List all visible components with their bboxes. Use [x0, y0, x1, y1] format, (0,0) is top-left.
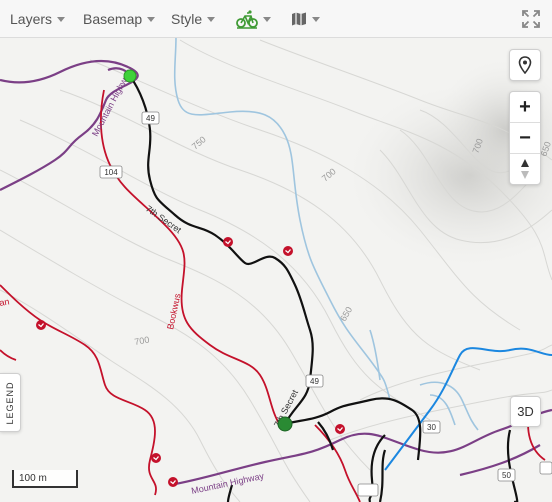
- route-shield: 104: [99, 165, 123, 179]
- chevron-down-icon: [312, 17, 320, 22]
- layers-menu[interactable]: Layers: [10, 0, 66, 37]
- basemap-menu[interactable]: Basemap: [83, 0, 156, 37]
- compass-button[interactable]: [510, 154, 540, 184]
- trail-marker-icon[interactable]: [151, 453, 161, 463]
- legend-button[interactable]: LEGEND: [0, 373, 21, 432]
- map-toolbar: Layers Basemap Style: [0, 0, 552, 38]
- basemap-label: Basemap: [83, 10, 143, 27]
- chevron-down-icon: [57, 17, 66, 22]
- route-end-marker[interactable]: [277, 416, 293, 432]
- route-shield-partial: [357, 483, 379, 497]
- style-label: Style: [171, 10, 203, 27]
- locate-button[interactable]: [509, 49, 541, 81]
- trail-marker-icon[interactable]: [223, 237, 233, 247]
- folded-map-icon: [292, 12, 306, 25]
- route-shield: 50: [497, 468, 516, 482]
- mountain-bike-icon: [236, 9, 258, 29]
- route-shield-label: 30: [427, 423, 436, 432]
- activity-menu[interactable]: [236, 0, 271, 37]
- route-shield-label: 50: [502, 471, 511, 480]
- chevron-down-icon: [147, 17, 156, 22]
- trail-marker-icon[interactable]: [283, 246, 293, 256]
- route-label: an: [0, 296, 10, 308]
- layers-label: Layers: [10, 10, 53, 27]
- route-shield-label: 104: [104, 168, 118, 177]
- view-3d-button[interactable]: 3D: [510, 396, 541, 427]
- route-start-marker[interactable]: [123, 69, 137, 83]
- trail-marker-icon[interactable]: [36, 320, 46, 330]
- route-shield-partial: [539, 461, 552, 475]
- chevron-down-icon: [207, 17, 216, 22]
- style-menu[interactable]: Style: [171, 0, 216, 37]
- route-shield: 30: [422, 420, 441, 434]
- zoom-in-button[interactable]: +: [510, 92, 540, 122]
- route-shield: 49: [141, 111, 160, 125]
- zoom-out-button[interactable]: −: [510, 123, 540, 153]
- fullscreen-button[interactable]: [522, 0, 540, 37]
- route-shield-label: 49: [146, 114, 155, 123]
- scale-bar: 100 m: [12, 470, 78, 488]
- trail-marker-icon[interactable]: [335, 424, 345, 434]
- scale-label: 100 m: [19, 473, 47, 484]
- fullscreen-icon: [522, 9, 540, 28]
- trail-marker-icon[interactable]: [168, 477, 178, 487]
- route-shield: 49: [305, 374, 324, 388]
- zoom-controls: + −: [509, 91, 541, 185]
- map-canvas[interactable]: 49 104 49 30 50 750 700 700 650 650 700 …: [0, 37, 552, 502]
- map-type-menu[interactable]: [291, 0, 320, 37]
- compass-icon: [521, 159, 529, 179]
- location-pin-icon: [518, 56, 532, 74]
- chevron-down-icon: [263, 17, 271, 22]
- route-shield-label: 49: [310, 377, 319, 386]
- legend-label: LEGEND: [5, 380, 15, 425]
